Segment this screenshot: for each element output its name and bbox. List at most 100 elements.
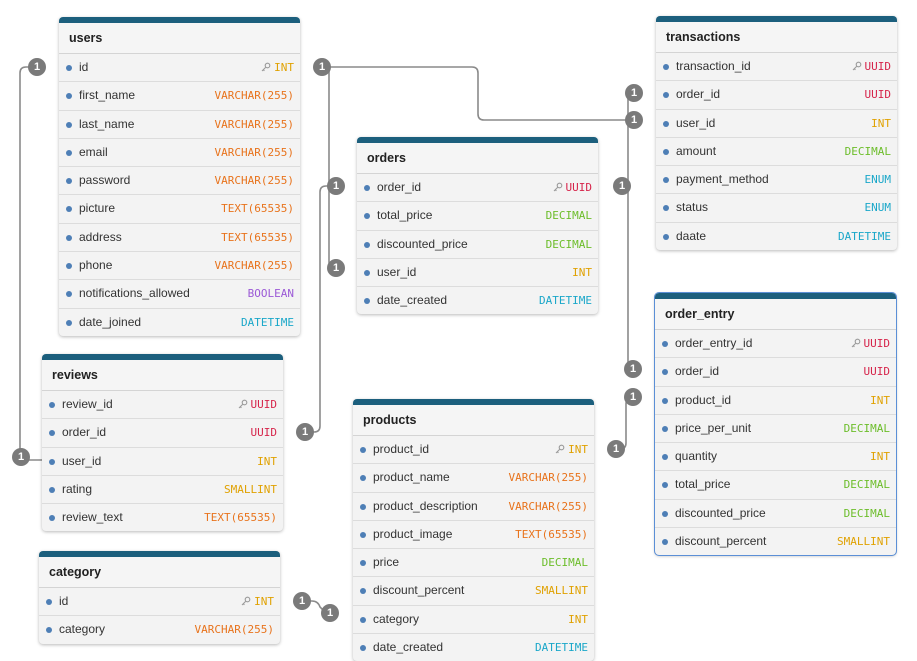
field-row[interactable]: id INT bbox=[39, 588, 280, 617]
field-connector-dot[interactable] bbox=[663, 205, 669, 212]
field-connector-dot[interactable] bbox=[49, 515, 55, 522]
relationship-badge[interactable]: 1 bbox=[327, 177, 345, 195]
table-title[interactable]: order_entry bbox=[655, 299, 896, 330]
table-reviews[interactable]: reviews review_id UUID order_id UUID user_id I… bbox=[42, 354, 283, 532]
field-connector-dot[interactable] bbox=[663, 92, 669, 99]
field-row[interactable]: user_id INT bbox=[656, 110, 897, 138]
field-row[interactable]: transaction_id UUID bbox=[656, 53, 897, 82]
field-row[interactable]: picture TEXT(65535) bbox=[59, 195, 300, 224]
field-row[interactable]: product_id INT bbox=[353, 436, 594, 465]
field-connector-dot[interactable] bbox=[360, 475, 366, 482]
field-row[interactable]: category INT bbox=[353, 606, 594, 635]
field-connector-dot[interactable] bbox=[662, 482, 668, 489]
relationship-badge[interactable]: 1 bbox=[293, 592, 311, 610]
relationship-badge[interactable]: 1 bbox=[625, 111, 643, 129]
field-connector-dot[interactable] bbox=[66, 65, 72, 71]
field-connector-dot[interactable] bbox=[662, 369, 668, 376]
field-connector-dot[interactable] bbox=[662, 425, 668, 432]
field-row[interactable]: last_name VARCHAR(255) bbox=[59, 111, 300, 139]
field-connector-dot[interactable] bbox=[360, 588, 366, 595]
table-title[interactable]: category bbox=[39, 557, 280, 588]
relationship-badge[interactable]: 1 bbox=[296, 423, 314, 441]
table-title[interactable]: transactions bbox=[656, 22, 897, 53]
table-products[interactable]: products product_id INT product_name VARCHAR… bbox=[353, 399, 594, 661]
field-row[interactable]: discounted_price DECIMAL bbox=[357, 231, 598, 259]
field-row[interactable]: email VARCHAR(255) bbox=[59, 139, 300, 168]
field-row[interactable]: review_text TEXT(65535) bbox=[42, 504, 283, 531]
table-title[interactable]: users bbox=[59, 23, 300, 54]
field-connector-dot[interactable] bbox=[360, 447, 366, 453]
field-connector-dot[interactable] bbox=[364, 185, 370, 191]
field-row[interactable]: amount DECIMAL bbox=[656, 138, 897, 167]
relationship-badge[interactable]: 1 bbox=[12, 448, 30, 466]
field-connector-dot[interactable] bbox=[66, 319, 72, 326]
relationship-badge[interactable]: 1 bbox=[625, 84, 643, 102]
field-row[interactable]: discount_percent SMALLINT bbox=[655, 528, 896, 555]
relation-users-orders[interactable] bbox=[322, 66, 336, 269]
table-title[interactable]: products bbox=[353, 405, 594, 436]
relation-orders-transactions[interactable] bbox=[622, 93, 635, 187]
field-row[interactable]: payment_method ENUM bbox=[656, 166, 897, 195]
field-row[interactable]: order_id UUID bbox=[357, 174, 598, 203]
field-connector-dot[interactable] bbox=[662, 341, 668, 347]
field-row[interactable]: order_id UUID bbox=[42, 419, 283, 448]
table-title[interactable]: reviews bbox=[42, 360, 283, 391]
table-category[interactable]: category id INT category VARCHAR(255) bbox=[39, 551, 280, 644]
field-row[interactable]: date_created DATETIME bbox=[357, 287, 598, 314]
field-row[interactable]: user_id INT bbox=[357, 259, 598, 288]
field-connector-dot[interactable] bbox=[66, 178, 72, 185]
field-connector-dot[interactable] bbox=[66, 206, 72, 213]
field-connector-dot[interactable] bbox=[66, 291, 72, 298]
field-connector-dot[interactable] bbox=[364, 241, 370, 248]
field-row[interactable]: id INT bbox=[59, 54, 300, 83]
relation-orders-reviews[interactable] bbox=[305, 185, 336, 433]
field-connector-dot[interactable] bbox=[46, 627, 52, 634]
relationship-badge[interactable]: 1 bbox=[313, 58, 331, 76]
field-row[interactable]: discount_percent SMALLINT bbox=[353, 577, 594, 606]
field-row[interactable]: user_id INT bbox=[42, 448, 283, 476]
field-row[interactable]: password VARCHAR(255) bbox=[59, 167, 300, 196]
field-connector-dot[interactable] bbox=[46, 599, 52, 605]
field-row[interactable]: total_price DECIMAL bbox=[655, 471, 896, 500]
field-connector-dot[interactable] bbox=[66, 149, 72, 156]
field-row[interactable]: date_joined DATETIME bbox=[59, 309, 300, 336]
table-transactions[interactable]: transactions transaction_id UUID order_id UU… bbox=[656, 16, 897, 251]
field-connector-dot[interactable] bbox=[663, 233, 669, 240]
field-row[interactable]: order_id UUID bbox=[655, 358, 896, 387]
table-orders[interactable]: orders order_id UUID total_price DECIMAL disc… bbox=[357, 137, 598, 315]
field-row[interactable]: quantity INT bbox=[655, 443, 896, 472]
field-row[interactable]: product_id INT bbox=[655, 387, 896, 415]
field-row[interactable]: category VARCHAR(255) bbox=[39, 616, 280, 643]
field-connector-dot[interactable] bbox=[66, 121, 72, 128]
field-connector-dot[interactable] bbox=[662, 397, 668, 404]
relationship-badge[interactable]: 1 bbox=[28, 58, 46, 76]
relationship-badge[interactable]: 1 bbox=[607, 440, 625, 458]
field-row[interactable]: product_image TEXT(65535) bbox=[353, 521, 594, 550]
field-connector-dot[interactable] bbox=[360, 645, 366, 652]
table-order-entry[interactable]: order_entry order_entry_id UUID order_id UUI… bbox=[654, 291, 897, 557]
field-row[interactable]: product_name VARCHAR(255) bbox=[353, 464, 594, 493]
field-connector-dot[interactable] bbox=[662, 510, 668, 517]
field-row[interactable]: review_id UUID bbox=[42, 391, 283, 420]
field-row[interactable]: date_created DATETIME bbox=[353, 634, 594, 661]
field-row[interactable]: rating SMALLINT bbox=[42, 476, 283, 505]
field-row[interactable]: status ENUM bbox=[656, 194, 897, 223]
field-row[interactable]: price_per_unit DECIMAL bbox=[655, 415, 896, 444]
field-connector-dot[interactable] bbox=[66, 93, 72, 100]
field-connector-dot[interactable] bbox=[663, 177, 669, 184]
table-title[interactable]: orders bbox=[357, 143, 598, 174]
field-connector-dot[interactable] bbox=[663, 148, 669, 155]
field-connector-dot[interactable] bbox=[663, 120, 669, 127]
field-row[interactable]: order_entry_id UUID bbox=[655, 330, 896, 359]
relationship-badge[interactable]: 1 bbox=[624, 388, 642, 406]
field-connector-dot[interactable] bbox=[360, 531, 366, 538]
relationship-badge[interactable]: 1 bbox=[321, 604, 339, 622]
field-connector-dot[interactable] bbox=[662, 539, 668, 546]
field-row[interactable]: address TEXT(65535) bbox=[59, 224, 300, 253]
field-connector-dot[interactable] bbox=[364, 269, 370, 276]
relation-orders-orderentry[interactable] bbox=[622, 185, 635, 371]
field-row[interactable]: total_price DECIMAL bbox=[357, 202, 598, 231]
field-connector-dot[interactable] bbox=[49, 402, 55, 408]
field-connector-dot[interactable] bbox=[49, 486, 55, 493]
field-connector-dot[interactable] bbox=[49, 458, 55, 465]
